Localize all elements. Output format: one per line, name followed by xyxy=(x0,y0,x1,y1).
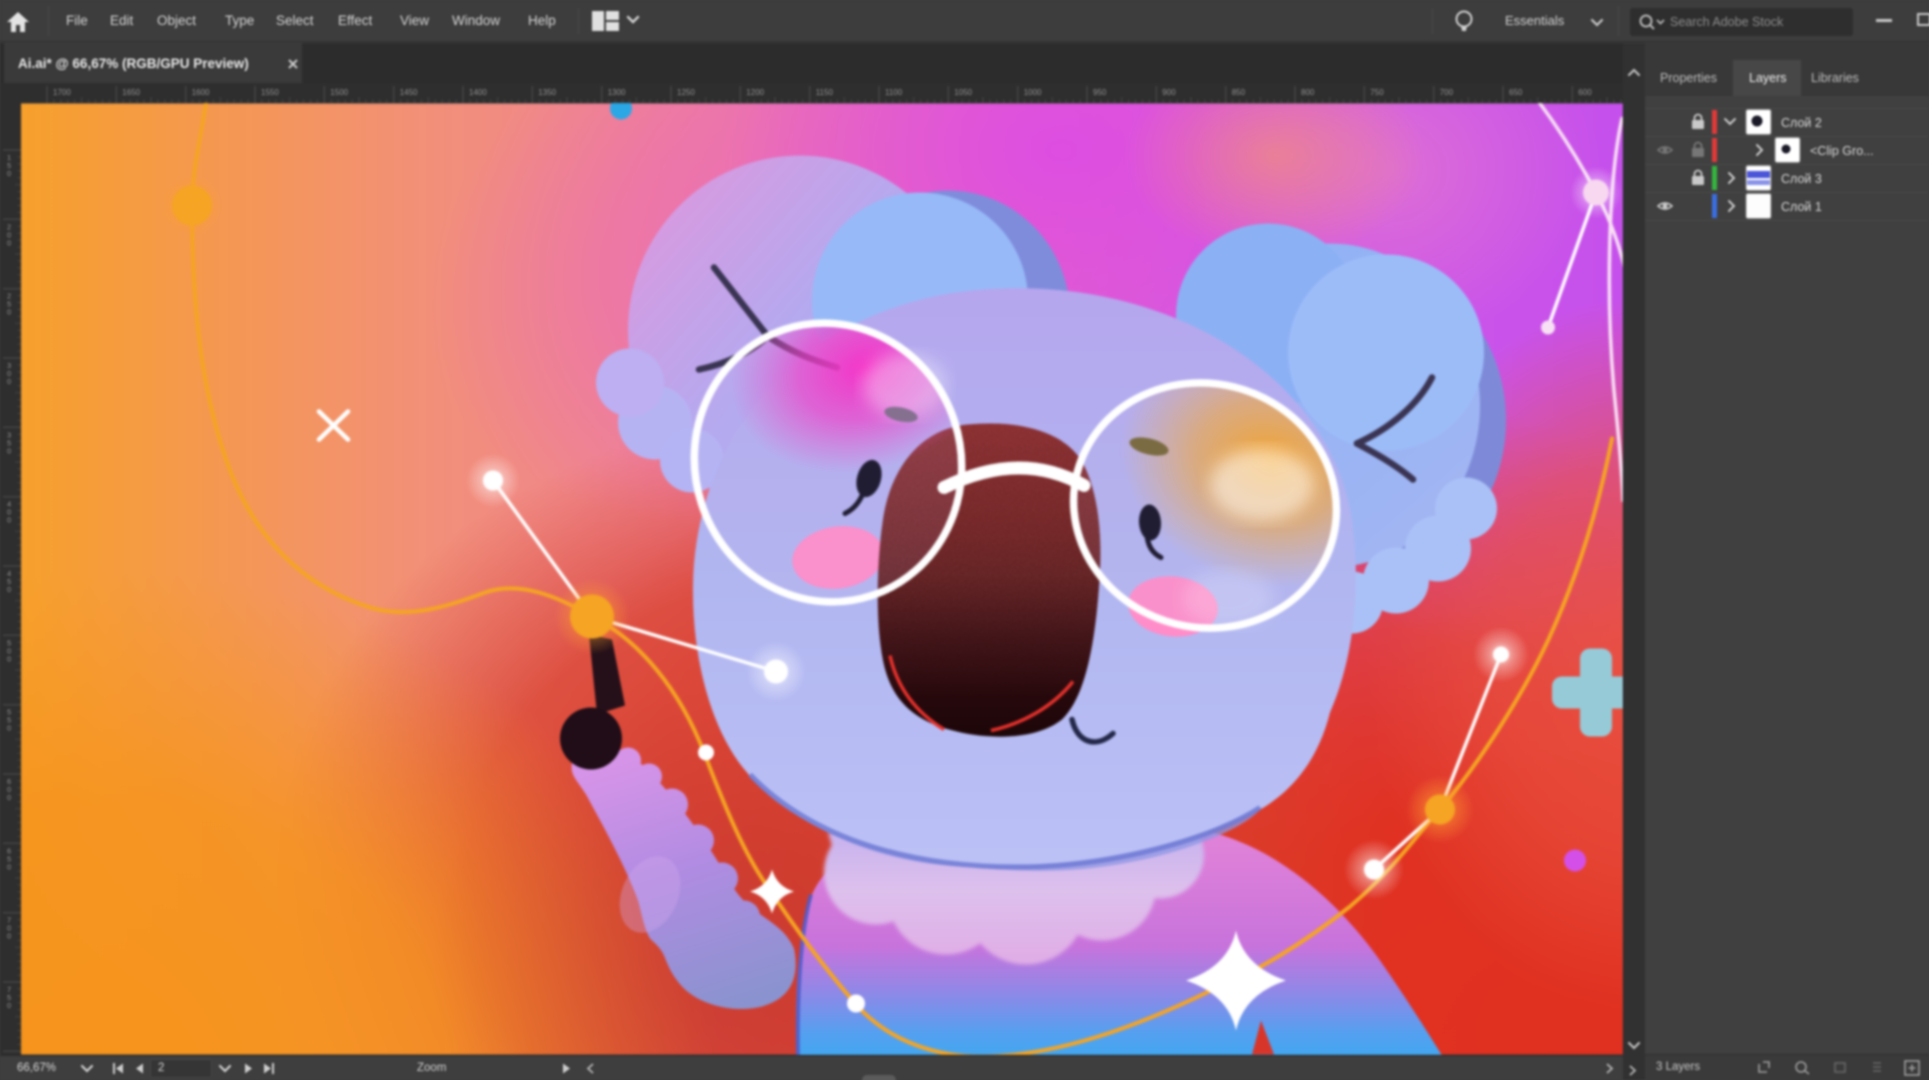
svg-text:1550: 1550 xyxy=(261,88,279,97)
svg-text:700: 700 xyxy=(1440,88,1454,97)
svg-text:1600: 1600 xyxy=(192,88,210,97)
svg-text:1300: 1300 xyxy=(608,88,626,97)
svg-text:650: 650 xyxy=(1509,88,1523,97)
svg-text:Слой 3: Слой 3 xyxy=(1781,172,1822,186)
svg-text:0: 0 xyxy=(7,932,11,941)
svg-text:1650: 1650 xyxy=(122,88,140,97)
svg-text:<Clip Gro...: <Clip Gro... xyxy=(1810,144,1874,158)
svg-text:0: 0 xyxy=(7,1001,11,1010)
svg-text:1050: 1050 xyxy=(954,88,972,97)
svg-text:800: 800 xyxy=(1301,88,1315,97)
svg-text:1100: 1100 xyxy=(885,88,903,97)
svg-text:Слой 1: Слой 1 xyxy=(1781,200,1822,214)
svg-text:1350: 1350 xyxy=(538,88,556,97)
svg-text:1450: 1450 xyxy=(400,88,418,97)
svg-text:0: 0 xyxy=(7,516,11,525)
svg-text:900: 900 xyxy=(1162,88,1176,97)
svg-text:0: 0 xyxy=(7,308,11,317)
svg-text:600: 600 xyxy=(1578,88,1592,97)
svg-text:1400: 1400 xyxy=(469,88,487,97)
svg-text:0: 0 xyxy=(7,793,11,802)
svg-text:1000: 1000 xyxy=(1024,88,1042,97)
svg-text:0: 0 xyxy=(7,446,11,455)
svg-text:0: 0 xyxy=(7,585,11,594)
svg-text:750: 750 xyxy=(1370,88,1384,97)
svg-text:0: 0 xyxy=(7,724,11,733)
svg-text:1700: 1700 xyxy=(53,88,71,97)
svg-text:1500: 1500 xyxy=(330,88,348,97)
svg-text:0: 0 xyxy=(7,169,11,178)
svg-text:0: 0 xyxy=(7,654,11,663)
svg-text:850: 850 xyxy=(1232,88,1246,97)
svg-text:950: 950 xyxy=(1093,88,1107,97)
svg-text:1250: 1250 xyxy=(677,88,695,97)
svg-text:0: 0 xyxy=(7,862,11,871)
svg-text:1200: 1200 xyxy=(746,88,764,97)
svg-text:0: 0 xyxy=(7,238,11,247)
svg-text:Слой 2: Слой 2 xyxy=(1781,116,1822,130)
svg-text:1150: 1150 xyxy=(816,88,834,97)
svg-text:0: 0 xyxy=(7,377,11,386)
